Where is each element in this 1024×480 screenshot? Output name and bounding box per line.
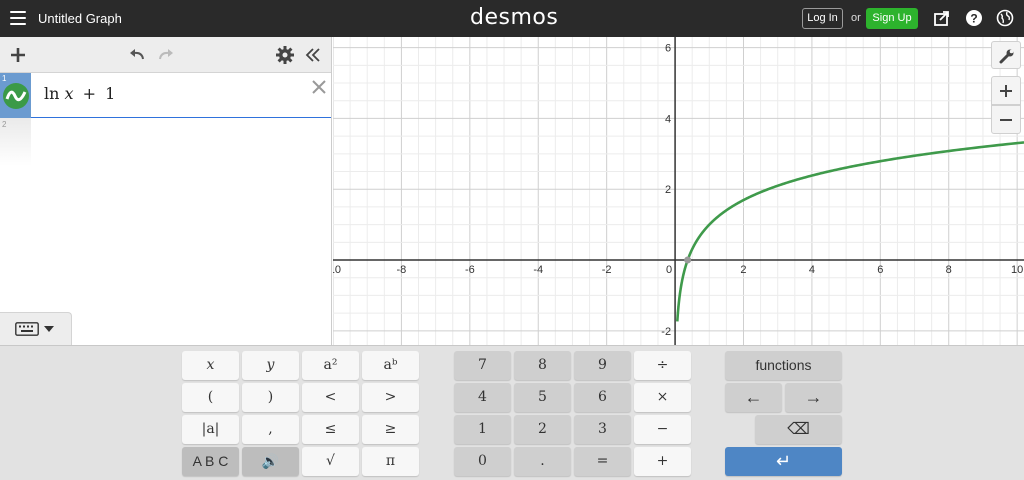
graph-settings-button[interactable] (991, 41, 1021, 69)
or-text: or (851, 12, 861, 24)
keypad-key[interactable]: 9 (574, 351, 631, 380)
x-tick-label: 4 (809, 264, 815, 276)
menu-icon[interactable] (10, 11, 26, 25)
ln-operator: ln (44, 84, 60, 103)
redo-icon[interactable] (156, 45, 176, 65)
keypad-key[interactable]: 1 (454, 415, 511, 444)
keypad-key[interactable]: > (362, 383, 419, 412)
undo-icon[interactable] (127, 45, 147, 65)
keypad-key[interactable]: ≤ (302, 415, 359, 444)
x-tick-label: -8 (397, 264, 407, 276)
keypad-key[interactable]: 8 (514, 351, 571, 380)
x-tick-label: -2 (602, 264, 612, 276)
x-tick-label: 8 (946, 264, 952, 276)
x-tick-label: -10 (333, 264, 341, 276)
keypad-key[interactable]: 0 (454, 447, 511, 476)
math-keypad: functions ← → ⌫ ↵ x y a² aᵇ () < > |a|, ≤ ≥ A B C 🔊… (0, 345, 1024, 480)
variable-x: x (64, 84, 74, 103)
plus-sign: + (82, 84, 97, 103)
zoom-in-button[interactable] (991, 76, 1021, 105)
globe-icon[interactable] (996, 9, 1014, 27)
keyboard-toggle[interactable] (0, 312, 72, 345)
keypad-key[interactable]: 🔊 (242, 447, 299, 476)
keyboard-icon (15, 322, 39, 336)
x-tick-label: -4 (533, 264, 543, 276)
help-icon[interactable]: ? (965, 9, 983, 27)
expression-item[interactable]: 1 ln x + 1 (0, 73, 331, 118)
chevron-down-icon (44, 326, 54, 332)
keypad-key[interactable]: ) (242, 383, 299, 412)
desmos-logo: desmos (470, 5, 559, 30)
top-header: Untitled Graph desmos Log In or Sign Up … (0, 0, 1024, 37)
expression-index-tab[interactable]: 1 (0, 73, 31, 118)
keypad-key[interactable]: + (634, 447, 691, 476)
plus-icon (1000, 85, 1012, 97)
keypad-key[interactable]: √ (302, 447, 359, 476)
wrench-icon (999, 49, 1014, 64)
login-button[interactable]: Log In (802, 8, 843, 29)
keypad-key[interactable]: ÷ (634, 351, 691, 380)
x-tick-label: 6 (877, 264, 883, 276)
add-expression-icon[interactable] (8, 45, 28, 65)
x-tick-label: 0 (666, 264, 672, 276)
enter-key[interactable]: ↵ (725, 447, 842, 476)
keypad-key[interactable]: A B C (182, 447, 239, 476)
y-tick-label: -2 (661, 326, 671, 338)
keypad-key[interactable]: 4 (454, 383, 511, 412)
minus-icon (1000, 119, 1012, 121)
collapse-panel-icon[interactable] (303, 45, 323, 65)
expression-formula[interactable]: ln x + 1 (44, 84, 115, 103)
function-curve (676, 141, 1024, 322)
keypad-key[interactable]: |a| (182, 415, 239, 444)
x-tick-label: 10 (1011, 264, 1023, 276)
y-tick-label: 4 (665, 113, 671, 125)
keypad-key[interactable]: . (514, 447, 571, 476)
keypad-key[interactable]: = (574, 447, 631, 476)
x-tick-label: -6 (465, 264, 475, 276)
expression-panel: 1 ln x + 1 2 (0, 37, 332, 345)
keypad-key[interactable]: < (302, 383, 359, 412)
keypad-key[interactable]: ( (182, 383, 239, 412)
keypad-key[interactable]: 7 (454, 351, 511, 380)
expression-number: 1 (2, 74, 7, 83)
keypad-key[interactable]: π (362, 447, 419, 476)
expression-toolbar (0, 37, 331, 73)
color-toggle[interactable] (3, 83, 29, 109)
keypad-key[interactable]: x (182, 351, 239, 380)
keypad-key[interactable]: aᵇ (362, 351, 419, 380)
desmos-app: Untitled Graph desmos Log In or Sign Up … (0, 0, 1024, 480)
keypad-key[interactable]: a² (302, 351, 359, 380)
keypad-key[interactable]: ≥ (362, 415, 419, 444)
keypad-key[interactable]: 2 (514, 415, 571, 444)
y-tick-label: 2 (665, 184, 671, 196)
keypad-key[interactable]: y (242, 351, 299, 380)
keypad-key[interactable]: − (634, 415, 691, 444)
delete-expression-icon[interactable] (311, 79, 327, 95)
settings-gear-icon[interactable] (275, 45, 295, 65)
keypad-key[interactable]: , (242, 415, 299, 444)
right-arrow-key[interactable]: → (785, 383, 842, 412)
backspace-key[interactable]: ⌫ (755, 415, 842, 444)
keypad-key[interactable]: × (634, 383, 691, 412)
empty-expression-item[interactable]: 2 (0, 118, 31, 166)
keypad-key[interactable]: 3 (574, 415, 631, 444)
functions-button[interactable]: functions (725, 351, 842, 380)
x-tick-label: 2 (740, 264, 746, 276)
left-arrow-key[interactable]: ← (725, 383, 782, 412)
zoom-out-button[interactable] (991, 105, 1021, 134)
graph-canvas[interactable]: -10 -8 -6 -4 -2 0 2 4 6 8 10 6 4 2 -2 (333, 37, 1024, 345)
share-icon[interactable] (933, 9, 951, 27)
svg-text:?: ? (970, 12, 977, 26)
constant-one: 1 (105, 84, 116, 103)
graph-svg: -10 -8 -6 -4 -2 0 2 4 6 8 10 6 4 2 -2 (333, 37, 1024, 345)
keypad-key[interactable]: 5 (514, 383, 571, 412)
x-intercept-point (684, 256, 692, 264)
signup-button[interactable]: Sign Up (866, 8, 918, 29)
expression-number: 2 (2, 120, 7, 129)
y-tick-label: 6 (665, 43, 671, 55)
graph-title[interactable]: Untitled Graph (38, 11, 122, 26)
keypad-key[interactable]: 6 (574, 383, 631, 412)
wave-icon (5, 90, 27, 102)
